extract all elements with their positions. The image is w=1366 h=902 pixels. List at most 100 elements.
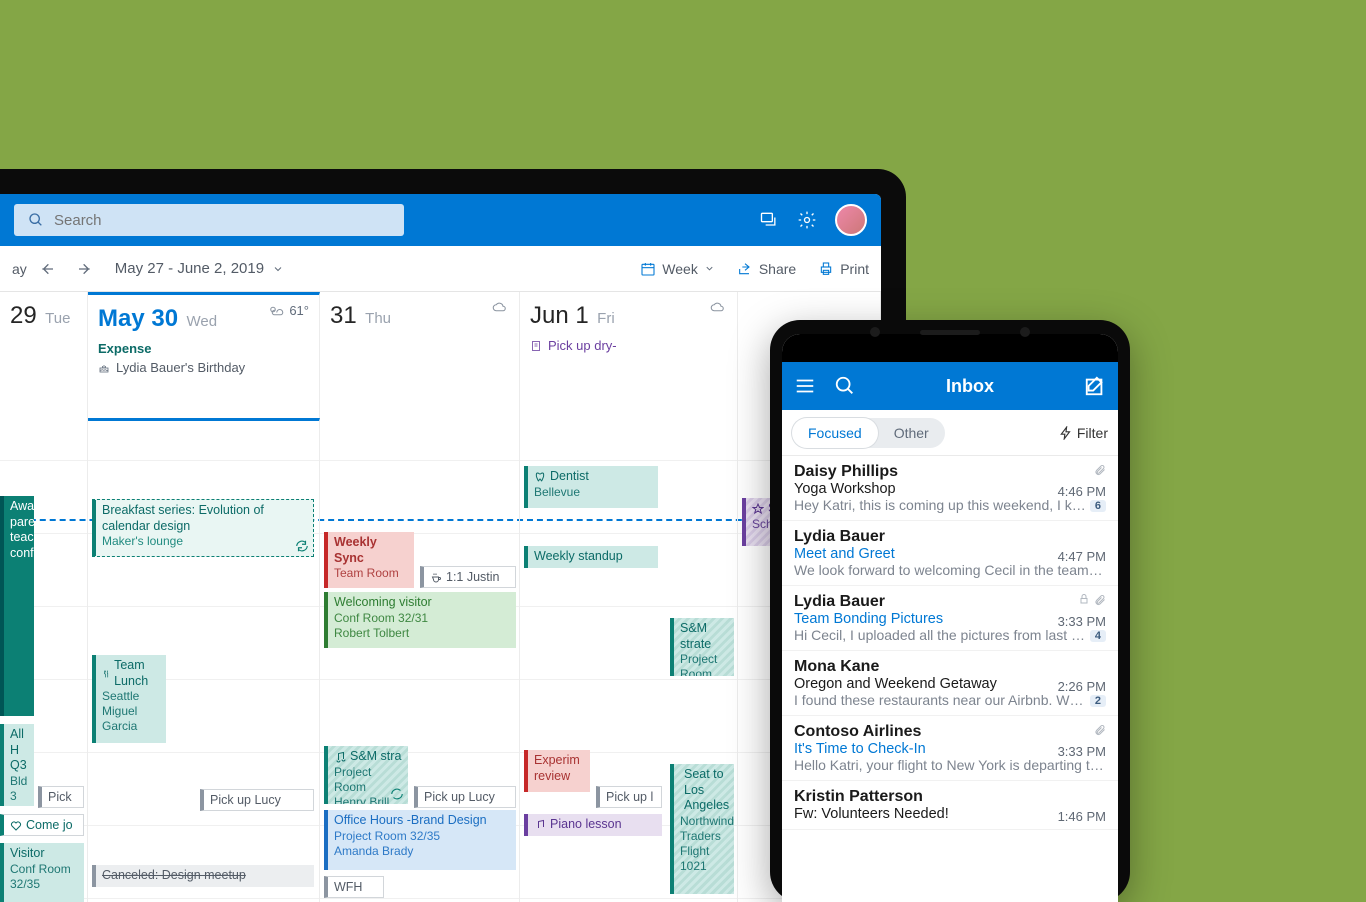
- weather-jun1: [709, 300, 727, 314]
- event-away[interactable]: Away parent teacher conf: [0, 496, 34, 716]
- day-header-31[interactable]: 31 Thu: [320, 292, 519, 336]
- event-breakfast[interactable]: Breakfast series: Evolution of calendar …: [92, 499, 314, 557]
- note-icon: [530, 340, 542, 352]
- event-smstra-31[interactable]: S&M stra Project Room Henry Brill: [324, 746, 408, 804]
- view-week-dropdown[interactable]: Week: [640, 261, 715, 277]
- mail-preview: I found these restaurants near our Airbn…: [794, 692, 1106, 708]
- mail-item[interactable]: Contoso AirlinesIt's Time to Check-In3:3…: [782, 716, 1118, 781]
- mobile-topbar: Inbox: [782, 362, 1118, 410]
- cake-icon: [98, 362, 110, 374]
- event-comejo[interactable]: Come jo: [0, 814, 84, 836]
- attachment-icon: [1094, 723, 1106, 737]
- chevron-down-icon: [272, 263, 284, 275]
- recur-icon: [390, 787, 404, 801]
- allday-birthday[interactable]: Lydia Bauer's Birthday: [92, 358, 315, 377]
- day-header-29[interactable]: 29 Tue: [0, 292, 87, 336]
- event-pick-30[interactable]: Pick up Lucy: [200, 789, 314, 811]
- event-wfh[interactable]: WFH: [324, 876, 384, 898]
- weather-30: 61°: [267, 303, 309, 318]
- mail-time: 1:46 PM: [1058, 809, 1106, 824]
- event-office-hours[interactable]: Office Hours -Brand Design Project Room …: [324, 810, 516, 870]
- hamburger-icon[interactable]: [794, 375, 816, 397]
- weather-31: [491, 300, 509, 314]
- print-button[interactable]: Print: [818, 261, 869, 277]
- compose-icon[interactable]: [1084, 375, 1106, 397]
- day-header-jun1[interactable]: Jun 1 Fri: [520, 292, 737, 336]
- date-range-picker[interactable]: May 27 - June 2, 2019: [115, 260, 284, 277]
- tab-other[interactable]: Other: [878, 418, 945, 448]
- event-standup[interactable]: Weekly standup: [524, 546, 658, 568]
- event-welcoming[interactable]: Welcoming visitor Conf Room 32/31 Robert…: [324, 592, 516, 648]
- calendar-body: Away parent teacher conf All H Q3 Bld 3 …: [0, 418, 881, 902]
- mail-time: 3:33 PM: [1058, 744, 1106, 759]
- day-column-29[interactable]: Away parent teacher conf All H Q3 Bld 3 …: [0, 418, 88, 902]
- sun-cloud-icon: [267, 304, 285, 318]
- laptop-screen: ay May 27 - June 2, 2019 Week Share Prin…: [0, 194, 881, 902]
- event-dentist[interactable]: Dentist Bellevue: [524, 466, 658, 508]
- heart-icon: [10, 820, 22, 832]
- next-week-button[interactable]: [77, 261, 93, 277]
- fork-icon: [102, 668, 110, 680]
- event-experim[interactable]: Experim review: [524, 750, 590, 792]
- event-smstrate[interactable]: S&M strate Project Room Henry Brill: [670, 618, 734, 676]
- share-button[interactable]: Share: [737, 261, 796, 277]
- app-topbar: [0, 194, 881, 246]
- event-pick-31[interactable]: Pick up Lucy: [414, 786, 516, 808]
- chat-icon[interactable]: [759, 210, 779, 230]
- mobile-title: Inbox: [856, 376, 1084, 397]
- focused-other-toggle[interactable]: Focused Other: [792, 418, 945, 448]
- settings-icon[interactable]: [797, 210, 817, 230]
- search-icon[interactable]: [834, 375, 856, 397]
- event-pickup-i[interactable]: Pick up l: [596, 786, 662, 808]
- mail-from: Kristin Patterson: [794, 788, 1106, 806]
- search-icon: [28, 212, 44, 228]
- mail-item[interactable]: Kristin PattersonFw: Volunteers Needed!1…: [782, 781, 1118, 830]
- mail-preview: Hello Katri, your flight to New York is …: [794, 757, 1106, 773]
- mail-item[interactable]: Lydia BauerMeet and Greet4:47 PMWe look …: [782, 521, 1118, 586]
- share-icon: [737, 261, 753, 277]
- event-pick-29[interactable]: Pick: [38, 786, 84, 808]
- mail-preview: We look forward to welcoming Cecil in th…: [794, 562, 1106, 578]
- tooth-icon: [534, 471, 546, 483]
- recur-icon: [295, 539, 309, 553]
- mail-item[interactable]: Lydia BauerTeam Bonding Pictures3:33 PMH…: [782, 586, 1118, 651]
- mail-item[interactable]: Mona KaneOregon and Weekend Getaway2:26 …: [782, 651, 1118, 716]
- event-allhq3[interactable]: All H Q3 Bld 3 Henry: [0, 724, 34, 806]
- event-canceled[interactable]: Canceled: Design meetup: [92, 865, 314, 887]
- allday-task-dry[interactable]: Pick up dry-: [524, 336, 733, 355]
- mail-badge: 4: [1090, 630, 1106, 642]
- day-column-30[interactable]: Breakfast series: Evolution of calendar …: [88, 418, 320, 902]
- today-label[interactable]: ay: [12, 261, 27, 277]
- mail-item[interactable]: Daisy PhillipsYoga Workshop4:46 PMHey Ka…: [782, 456, 1118, 521]
- event-visitor-29[interactable]: Visitor Conf Room 32/35: [0, 843, 84, 902]
- allday-expense[interactable]: Expense: [92, 339, 315, 358]
- event-team-lunch[interactable]: Team Lunch Seattle Miguel Garcia: [92, 655, 166, 743]
- tab-focused[interactable]: Focused: [792, 418, 878, 448]
- event-justin[interactable]: 1:1 Justin: [420, 566, 516, 588]
- mail-preview: Hi Cecil, I uploaded all the pictures fr…: [794, 627, 1106, 643]
- event-piano[interactable]: Piano lesson: [524, 814, 662, 836]
- attachment-icon: [1094, 593, 1106, 607]
- search-input[interactable]: [54, 212, 390, 229]
- date-range-label: May 27 - June 2, 2019: [115, 260, 264, 277]
- event-seat[interactable]: Seat to Los Angeles Northwind Traders Fl…: [670, 764, 734, 894]
- mail-badge: 6: [1090, 500, 1106, 512]
- music-icon: [334, 751, 346, 763]
- user-avatar[interactable]: [835, 204, 867, 236]
- star-icon: [752, 503, 764, 515]
- day-header-30[interactable]: May 30 Wed 61°: [88, 295, 319, 339]
- mail-from: Mona Kane: [794, 658, 1106, 676]
- music-icon: [534, 819, 546, 831]
- mail-list[interactable]: Daisy PhillipsYoga Workshop4:46 PMHey Ka…: [782, 456, 1118, 830]
- mail-badge: 2: [1090, 695, 1106, 707]
- day-column-jun1[interactable]: Dentist Bellevue Weekly standup S&M stra…: [520, 418, 738, 902]
- mail-time: 4:46 PM: [1058, 484, 1106, 499]
- day-column-31[interactable]: Weekly Sync Team Room 1:1 Justin Welcomi…: [320, 418, 520, 902]
- filter-button[interactable]: Filter: [1059, 425, 1108, 441]
- event-weekly-sync[interactable]: Weekly Sync Team Room: [324, 532, 414, 588]
- prev-week-button[interactable]: [39, 261, 55, 277]
- mail-from: Lydia Bauer: [794, 593, 1106, 611]
- search-box[interactable]: [14, 204, 404, 236]
- calendar-icon: [640, 261, 656, 277]
- mail-preview: Hey Katri, this is coming up this weeken…: [794, 497, 1106, 513]
